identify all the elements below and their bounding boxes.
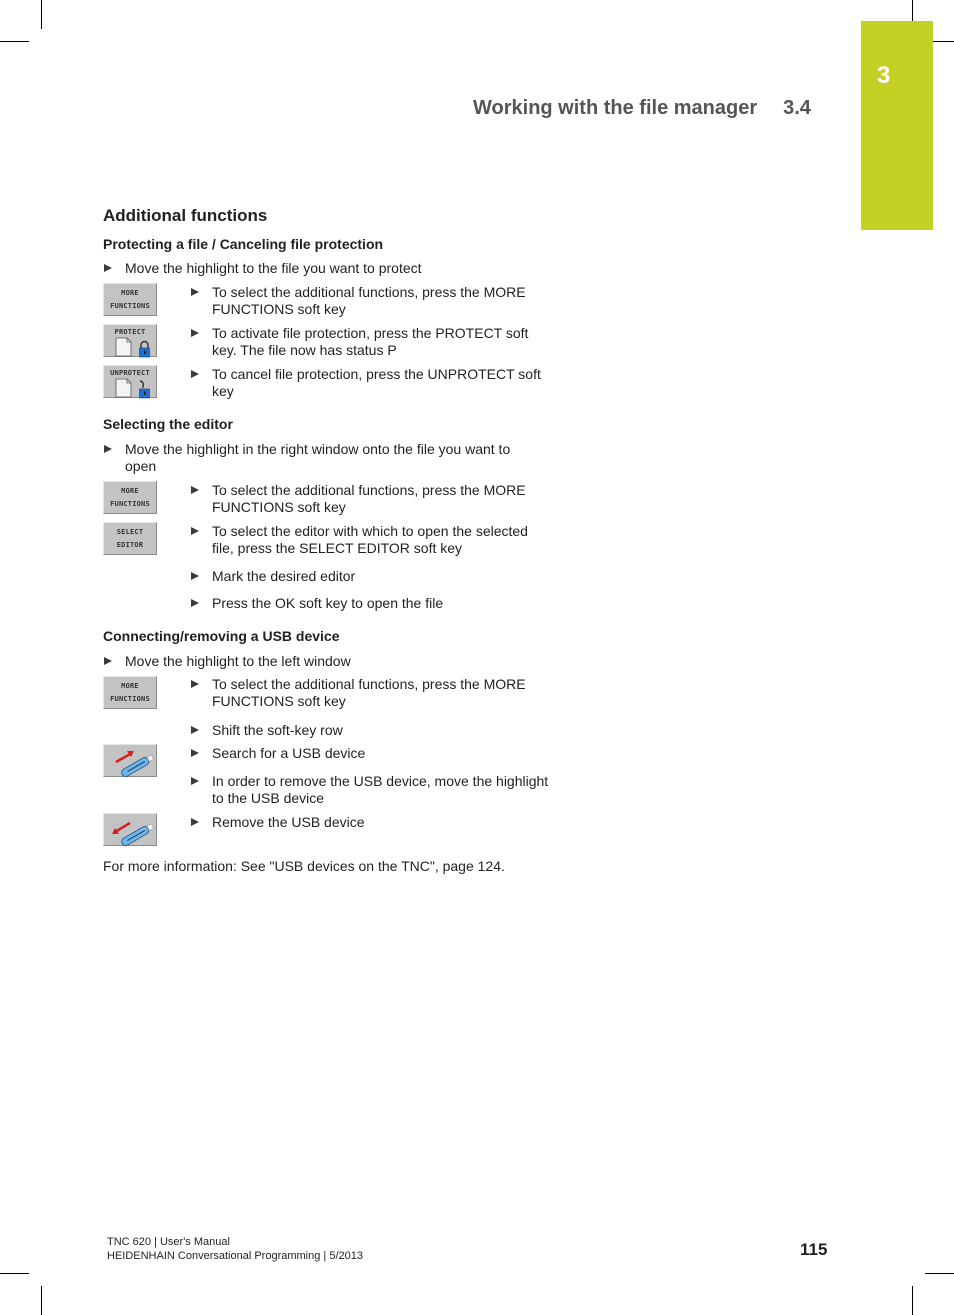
running-header: Working with the file manager 3.4 — [473, 97, 811, 120]
softkey-label: MORE — [121, 682, 139, 690]
softkey-label: FUNCTIONS — [110, 695, 150, 703]
header-title: Working with the file manager — [473, 97, 758, 119]
bullet-text: In order to remove the USB device, move … — [212, 773, 549, 806]
bullet-text: To select the editor with which to open … — [212, 523, 528, 556]
usb-connect-icon — [115, 751, 155, 777]
protect-step: To select the additional functions, pres… — [191, 284, 551, 318]
softkey-select-editor[interactable]: SELECT EDITOR — [103, 522, 157, 555]
softkey-unprotect[interactable]: UNPROTECT — [103, 365, 157, 399]
file-locked-icon — [115, 337, 150, 358]
more-info-reference: For more information: See "USB devices o… — [103, 858, 505, 874]
chapter-tab — [861, 21, 933, 230]
file-unlocked-icon — [115, 378, 150, 399]
bullet-text: Remove the USB device — [212, 814, 365, 830]
usb-heading: Connecting/removing a USB device — [103, 628, 340, 644]
bullet-triangle-icon — [191, 818, 199, 826]
bullet-triangle-icon — [104, 445, 112, 453]
usb-step: Search for a USB device — [191, 745, 551, 762]
usb-remove-icon — [112, 821, 155, 846]
softkey-label: SELECT — [116, 528, 144, 536]
bullet-text: To select the additional functions, pres… — [212, 482, 526, 515]
usb-intro: Move the highlight to the left window — [104, 653, 544, 670]
protect-step: To activate file protection, press the P… — [191, 325, 551, 359]
crop-mark — [925, 1273, 954, 1274]
bullet-triangle-icon — [191, 599, 199, 607]
protect-heading: Protecting a file / Canceling file prote… — [103, 236, 384, 252]
softkey-label: EDITOR — [116, 541, 144, 549]
bullet-triangle-icon — [191, 777, 199, 785]
footer: TNC 620 | User's Manual HEIDENHAIN Conve… — [107, 1235, 363, 1263]
softkey-label: MORE — [121, 289, 139, 297]
softkey-more-functions[interactable]: MORE FUNCTIONS — [103, 676, 157, 709]
editor-step: Press the OK soft key to open the file — [191, 595, 551, 612]
crop-mark — [41, 0, 42, 29]
softkey-more-functions[interactable]: MORE FUNCTIONS — [103, 283, 157, 316]
softkey-label: FUNCTIONS — [110, 302, 150, 310]
bullet-text: Move the highlight to the left window — [125, 653, 351, 669]
crop-mark — [912, 1286, 913, 1315]
usb-step: Shift the soft-key row — [191, 722, 551, 739]
softkey-usb-remove[interactable] — [103, 813, 157, 846]
crop-mark — [41, 1286, 42, 1315]
usb-step: Remove the USB device — [191, 814, 551, 831]
bullet-text: To select the additional functions, pres… — [212, 284, 526, 317]
editor-heading: Selecting the editor — [103, 416, 233, 432]
header-section-number: 3.4 — [783, 97, 811, 119]
softkey-more-functions[interactable]: MORE FUNCTIONS — [103, 481, 157, 514]
editor-intro: Move the highlight in the right window o… — [104, 441, 544, 475]
softkey-usb-connect[interactable] — [103, 744, 157, 777]
bullet-text: Mark the desired editor — [212, 568, 356, 584]
bullet-text: Shift the soft-key row — [212, 722, 343, 738]
page-number: 115 — [800, 1240, 828, 1259]
footer-line-1: TNC 620 | User's Manual — [107, 1236, 230, 1248]
bullet-triangle-icon — [191, 572, 199, 580]
bullet-triangle-icon — [191, 288, 199, 296]
editor-step: To select the editor with which to open … — [191, 523, 551, 557]
bullet-triangle-icon — [191, 370, 199, 378]
bullet-triangle-icon — [191, 486, 199, 494]
bullet-text: Move the highlight in the right window o… — [125, 441, 511, 474]
section-title: Additional functions — [103, 206, 268, 225]
softkey-label: MORE — [121, 487, 139, 495]
softkey-label: FUNCTIONS — [110, 500, 150, 508]
softkey-protect[interactable]: PROTECT — [103, 324, 157, 358]
crop-mark — [0, 1273, 29, 1274]
bullet-triangle-icon — [191, 527, 199, 535]
bullet-triangle-icon — [104, 657, 112, 665]
bullet-text: Search for a USB device — [212, 745, 366, 761]
footer-line-2: HEIDENHAIN Conversational Programming | … — [107, 1250, 363, 1262]
bullet-text: To select the additional functions, pres… — [212, 676, 526, 709]
usb-step: To select the additional functions, pres… — [191, 676, 551, 710]
protect-step: To cancel file protection, press the UNP… — [191, 366, 551, 400]
bullet-text: Move the highlight to the file you want … — [125, 260, 422, 276]
protect-intro: Move the highlight to the file you want … — [104, 260, 544, 277]
editor-step: To select the additional functions, pres… — [191, 482, 551, 516]
bullet-triangle-icon — [191, 329, 199, 337]
bullet-triangle-icon — [104, 264, 112, 272]
chapter-number: 3 — [877, 62, 891, 89]
usb-step: In order to remove the USB device, move … — [191, 773, 551, 807]
bullet-triangle-icon — [191, 680, 199, 688]
editor-step: Mark the desired editor — [191, 568, 551, 585]
bullet-text: To activate file protection, press the P… — [212, 325, 529, 358]
bullet-triangle-icon — [191, 726, 199, 734]
bullet-text: Press the OK soft key to open the file — [212, 595, 444, 611]
bullet-triangle-icon — [191, 749, 199, 757]
bullet-text: To cancel file protection, press the UNP… — [212, 366, 541, 399]
crop-mark — [0, 41, 29, 42]
